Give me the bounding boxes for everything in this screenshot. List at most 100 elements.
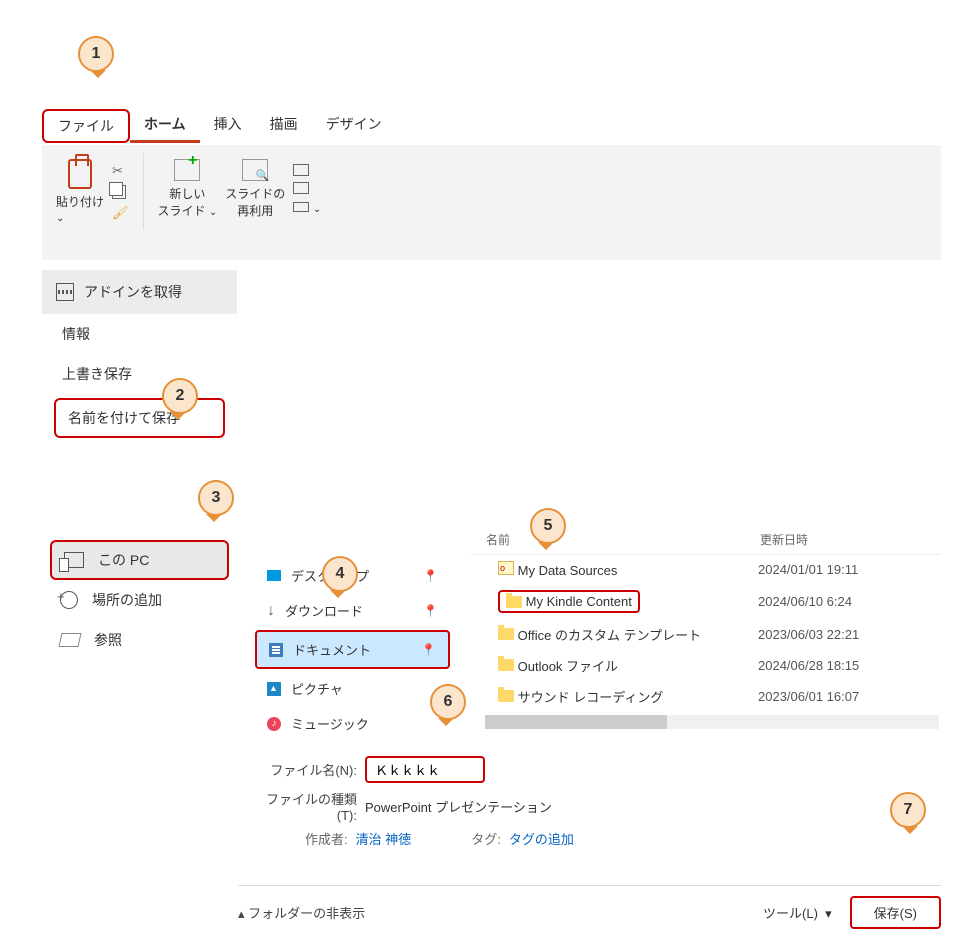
save-form: ファイル名(N): ファイルの種類(T): PowerPoint プレゼンテーシ… (255, 750, 941, 848)
browse-label: 参照 (94, 630, 122, 650)
folder-icon (506, 596, 522, 608)
paste-button[interactable]: 貼り付け ⌄ (56, 159, 104, 224)
folder-icon (498, 690, 514, 702)
chevron-down-icon: ⌄ (56, 213, 64, 224)
tools-dropdown[interactable]: ツール(L) ▾ (763, 903, 832, 922)
layout-icon[interactable] (293, 164, 309, 176)
file-row[interactable]: サウンド レコーディング 2023/06/01 16:07 (470, 681, 941, 712)
pc-icon (64, 552, 84, 568)
file-name: Outlook ファイル (518, 659, 618, 674)
file-date: 2023/06/01 16:07 (758, 689, 859, 704)
ribbon: 貼り付け ⌄ ✂ 🖌 新しい スライド ⌄ スライドの 再利用 ⌄ (42, 145, 941, 260)
file-row[interactable]: Office のカスタム テンプレート 2023/06/03 22:21 (470, 619, 941, 650)
tag-value[interactable]: タグの追加 (509, 832, 574, 847)
nav-downloads[interactable]: ↓ ダウンロード 📍 (255, 593, 450, 628)
callout-4: 4 (322, 556, 358, 592)
new-slide-button[interactable]: 新しい スライド ⌄ (158, 159, 218, 219)
filetype-label: ファイルの種類(T): (255, 789, 365, 823)
callout-3-num: 3 (212, 489, 221, 507)
file-list: o My Data Sources2024/01/01 19:11 My Kin… (470, 555, 941, 712)
hide-folders-label: フォルダーの非表示 (248, 906, 365, 921)
music-label: ミュージック (291, 714, 369, 733)
reuse-slide-icon (242, 159, 268, 181)
file-name: My Data Sources (518, 563, 618, 578)
menu-save-as[interactable]: 名前を付けて保存 (54, 398, 225, 438)
file-date: 2024/01/01 19:11 (758, 562, 858, 577)
author-label: 作成者: (305, 832, 348, 847)
tab-file[interactable]: ファイル (42, 109, 130, 143)
pictures-label: ピクチャ (291, 679, 343, 698)
dialog-footer: ▴ フォルダーの非表示 ツール(L) ▾ 保存(S) (238, 885, 941, 929)
chevron-down-icon: ⌄ (313, 204, 321, 215)
file-name: My Kindle Content (526, 594, 632, 609)
callout-7: 7 (890, 792, 926, 828)
filetype-dropdown[interactable]: PowerPoint プレゼンテーション (365, 793, 552, 820)
menu-save[interactable]: 上書き保存 (42, 354, 237, 394)
horizontal-scrollbar[interactable] (485, 715, 939, 729)
pictures-icon (267, 682, 281, 696)
nav-documents[interactable]: ドキュメント 📍 (255, 630, 450, 669)
documents-icon (269, 643, 283, 657)
chevron-down-icon: ⌄ (209, 207, 217, 218)
callout-2: 2 (162, 378, 198, 414)
reset-icon[interactable] (293, 182, 309, 194)
ribbon-tabs: ファイル ホーム 挿入 描画 デザイン (42, 109, 396, 143)
tools-label: ツール(L) (763, 906, 818, 921)
author-value[interactable]: 清治 神徳 (356, 832, 412, 847)
file-row[interactable]: o My Data Sources2024/01/01 19:11 (470, 555, 941, 584)
new-slide-icon (174, 159, 200, 181)
copy-icon[interactable] (112, 185, 126, 199)
file-date: 2023/06/03 22:21 (758, 627, 859, 642)
downloads-label: ダウンロード (285, 601, 363, 620)
pin-icon[interactable]: 📍 (421, 643, 436, 657)
paste-label: 貼り付け (56, 195, 104, 209)
callout-1-num: 1 (92, 45, 101, 63)
new-slide-label: 新しい スライド (158, 187, 206, 218)
scrollbar-thumb[interactable] (485, 715, 667, 729)
this-pc-label: この PC (98, 550, 149, 570)
tab-design[interactable]: デザイン (312, 109, 396, 143)
file-row[interactable]: My Kindle Content2024/06/10 6:24 (470, 584, 941, 619)
nav-pictures[interactable]: ピクチャ (255, 671, 450, 706)
col-name[interactable]: 名前 (470, 531, 760, 548)
location-browse[interactable]: 参照 (42, 620, 237, 660)
desktop-icon (267, 570, 281, 581)
clipboard-icon (68, 159, 92, 189)
callout-3: 3 (198, 480, 234, 516)
file-date: 2024/06/28 18:15 (758, 658, 859, 673)
chevron-up-icon: ▴ (238, 906, 245, 921)
callout-5-num: 5 (544, 517, 553, 535)
tab-home[interactable]: ホーム (130, 109, 200, 143)
menu-info[interactable]: 情報 (42, 314, 237, 354)
location-this-pc[interactable]: この PC (50, 540, 229, 580)
location-menu: この PC 場所の追加 参照 (42, 540, 237, 660)
col-date[interactable]: 更新日時 (760, 531, 941, 548)
callout-4-num: 4 (336, 565, 345, 583)
menu-get-addins[interactable]: アドインを取得 (42, 270, 237, 314)
pin-icon[interactable]: 📍 (423, 569, 438, 583)
file-row[interactable]: Outlook ファイル 2024/06/28 18:15 (470, 650, 941, 681)
tab-insert[interactable]: 挿入 (200, 109, 256, 143)
callout-1: 1 (78, 36, 114, 72)
hide-folders-toggle[interactable]: ▴ フォルダーの非表示 (238, 903, 365, 922)
add-location-icon (60, 591, 78, 609)
save-button[interactable]: 保存(S) (850, 896, 941, 929)
section-icon[interactable] (293, 202, 309, 212)
file-name: Office のカスタム テンプレート (518, 628, 702, 643)
filename-input[interactable] (365, 756, 485, 783)
format-painter-icon[interactable]: 🖌 (112, 205, 129, 221)
pin-icon[interactable]: 📍 (423, 604, 438, 618)
documents-label: ドキュメント (293, 640, 371, 659)
reuse-slide-button[interactable]: スライドの 再利用 (225, 159, 285, 219)
reuse-slide-label: スライドの 再利用 (225, 185, 285, 219)
file-name: サウンド レコーディング (518, 690, 664, 705)
location-add[interactable]: 場所の追加 (42, 580, 237, 620)
music-icon: ♪ (267, 717, 281, 731)
cut-icon[interactable]: ✂ (112, 163, 129, 179)
callout-6-num: 6 (444, 693, 453, 711)
tab-draw[interactable]: 描画 (256, 109, 312, 143)
tag-label: タグ: (471, 832, 501, 847)
folder-icon (498, 659, 514, 671)
callout-6: 6 (430, 684, 466, 720)
nav-music[interactable]: ♪ ミュージック (255, 706, 450, 741)
